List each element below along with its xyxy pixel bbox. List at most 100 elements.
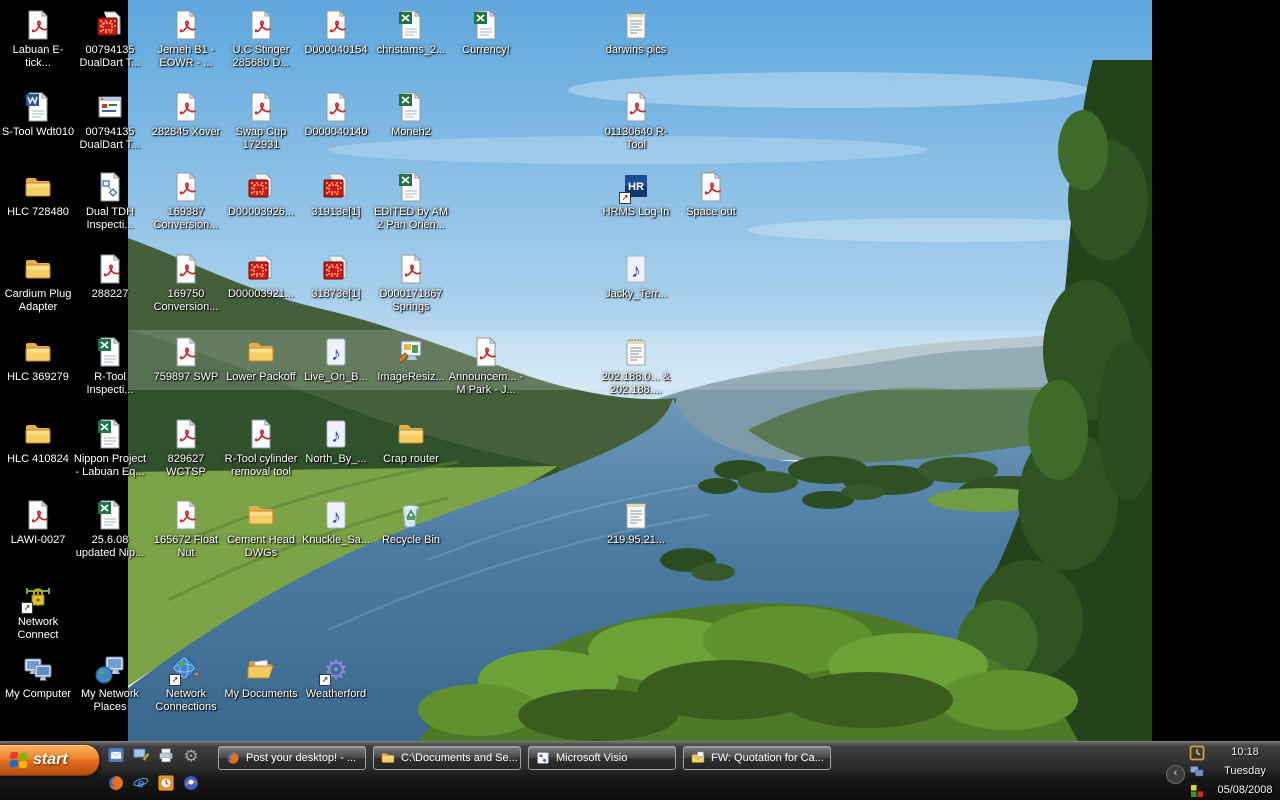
desktop-icon-00794135-dualdart-t[interactable]: 00794135 DualDart T... [72, 8, 148, 70]
pdf-icon [319, 8, 353, 42]
desktop-icon-31913e-1[interactable]: 31913e[1] [298, 170, 374, 219]
desktop-icon-cement-head-dwgs[interactable]: Cement Head DWGs [223, 498, 299, 560]
desktop-icon-north-by[interactable]: ♪ North_By_... [298, 417, 374, 466]
desktop-icon-hlc-410824[interactable]: HLC 410824 [0, 417, 76, 466]
desktop-icon-imageresiz[interactable]: ImageResiz... [373, 335, 449, 384]
taskbar-button-microsoft-visio[interactable]: Microsoft Visio [528, 746, 676, 770]
desktop-icon-r-tool-inspecti[interactable]: R-Tool Inspecti... [72, 335, 148, 397]
task-button-label: C:\Documents and Se... [401, 752, 518, 764]
desktop-icon-25-6-08-updated-nip[interactable]: 25.6.08 updated Nip... [72, 498, 148, 560]
desktop-icon-edited-by-am-2-pan-orien[interactable]: EDITED by AM 2 Pan Orien... [373, 170, 449, 232]
desktop-icon-d000040140[interactable]: D000040140 [298, 90, 374, 139]
desktop-icon-d000171867-springs[interactable]: D000171867 Springs [373, 252, 449, 314]
firefox-icon[interactable] [106, 773, 128, 795]
desktop-icon-165672-float-nut[interactable]: 165672 Float Nut [148, 498, 224, 560]
doc-icon [21, 90, 55, 124]
internet-explorer-icon[interactable]: e [131, 773, 153, 795]
desktop-icon-crap-router[interactable]: Crap router [373, 417, 449, 466]
windows-flag-icon [10, 751, 28, 769]
desktop-icon-d00003921[interactable]: D00003921... [223, 252, 299, 301]
desktop-icon-lower-packoff[interactable]: Lower Packoff [223, 335, 299, 384]
tray-network-icon[interactable] [1189, 764, 1206, 781]
windows-xp-desktop: Labuan E-tick... 00794135 DualDart T... Je… [0, 0, 1280, 800]
desktop-icon-label: R-Tool cylinder removal tool [224, 453, 298, 478]
dwg-icon [244, 252, 278, 286]
desktop-icon-288227[interactable]: 288227 [72, 252, 148, 301]
desktop-icon-labuan-e-tick[interactable]: Labuan E-tick... [0, 8, 76, 70]
desktop-icon-829627-wctsp[interactable]: 829627 WCTSP [148, 417, 224, 479]
dwg-icon [319, 170, 353, 204]
desktop-icon-darwins-pics[interactable]: darwins pics [598, 8, 674, 57]
printer-icon[interactable] [156, 745, 178, 767]
clock-app-icon[interactable] [156, 773, 178, 795]
desktop-icon-202-188-0-202-188[interactable]: 202.188.0... & 202.188.... [598, 335, 674, 397]
media-player-icon[interactable] [181, 773, 203, 795]
desktop-icon-u-c-stinger-285680-d[interactable]: U.C Stinger 285680 D... [223, 8, 299, 70]
desktop-icon-label: D000040140 [304, 126, 368, 138]
dwg-icon [244, 170, 278, 204]
desktop-icon-01130640-r-tool[interactable]: 01130640 R-Tool [598, 90, 674, 152]
pdf-icon [394, 252, 428, 286]
desktop-icon-my-network-places[interactable]: My Network Places [72, 652, 148, 714]
desktop-icon-lawi-0027[interactable]: LAWI-0027 [0, 498, 76, 547]
desktop-icon-my-documents[interactable]: My Documents [223, 652, 299, 701]
desktop-icon-219-95-21[interactable]: 219.95.21... [598, 498, 674, 547]
desktop-icon-31873e-1[interactable]: 31873e[1] [298, 252, 374, 301]
desktop-icon-label: D00003921... [227, 288, 295, 300]
desktop-icon-hrms-log-in[interactable]: HR ↗ HRMS Log-In [598, 170, 674, 219]
gear-icon: ⚙ ↗ [319, 652, 353, 686]
desktop-icon-s-tool-wdt010[interactable]: S-Tool Wdt010 [0, 90, 76, 139]
tray-color-grid-icon[interactable] [1189, 783, 1206, 800]
desktop-icon-label: Swap Cup 172931 [235, 126, 287, 151]
desktop-icon-live-on-b[interactable]: ♪ Live_On_B... [298, 335, 374, 384]
desktop-icon-d000040154[interactable]: D000040154 [298, 8, 374, 57]
desktop-icon-169750-conversion[interactable]: 169750 Conversion... [148, 252, 224, 314]
desktop-icon-christams-2[interactable]: christams_2... [373, 8, 449, 57]
desktop-icon-knuckle-sa[interactable]: ♪ Knuckle_Sa... [298, 498, 374, 547]
desktop-icon-hlc-369279[interactable]: HLC 369279 [0, 335, 76, 384]
desktop-icon-space-out[interactable]: Space out [673, 170, 749, 219]
desktop-icon-label: D00003926... [227, 206, 295, 218]
taskbar-button-post-your-desktop[interactable]: Post your desktop! - ... [218, 746, 366, 770]
desktop-icon-label: Crap router [383, 453, 439, 465]
desktop-icon-label: Nippon Project - Labuan Eq... [73, 453, 147, 478]
pdf-icon [169, 335, 203, 369]
desktop-icon-recycle-bin[interactable]: Recycle Bin [373, 498, 449, 547]
desktop-icon-cardium-plug-adapter[interactable]: Cardium Plug Adapter [0, 252, 76, 314]
taskbar-button-c-documents-and-se[interactable]: C:\Documents and Se... [373, 746, 521, 770]
desktop-icon-label: 282845 Xover [151, 126, 221, 138]
folder-icon [244, 498, 278, 532]
desktop-icon-hlc-728480[interactable]: HLC 728480 [0, 170, 76, 219]
desktop-icon-169387-conversion[interactable]: 169387 Conversion... [148, 170, 224, 232]
pdf-icon [169, 417, 203, 451]
desktop-icon-282845-xover[interactable]: 282845 Xover [148, 90, 224, 139]
desktop-icon-moneh2[interactable]: Moneh2 [373, 90, 449, 139]
desktop-icon-weatherford[interactable]: ⚙ ↗ Weatherford [298, 652, 374, 701]
desktop-icon-my-computer[interactable]: My Computer [0, 652, 76, 701]
desktop-icon-r-tool-cylinder-removal-tool[interactable]: R-Tool cylinder removal tool [223, 417, 299, 479]
taskbar-button-fw-quotation-for-ca[interactable]: FW: Quotation for Ca... [683, 746, 831, 770]
show-desktop-icon[interactable] [131, 745, 153, 767]
folder-icon [21, 170, 55, 204]
tray-clock[interactable]: 10:18 Tuesday 05/08/2008 [1210, 743, 1280, 800]
desktop-icon-nippon-project-labuan-eq[interactable]: Nippon Project - Labuan Eq... [72, 417, 148, 479]
desktop-icon-759897-swp[interactable]: 759897 SWP [148, 335, 224, 384]
desktop-icon-network-connect[interactable]: ↗ Network Connect [0, 580, 76, 642]
desktop-icon-announcem-m-park-j[interactable]: Announcem... - M Park - J... [448, 335, 524, 397]
desktop-icon-currency[interactable]: Currency! [448, 8, 524, 57]
desktop-icon-swap-cup-172931[interactable]: Swap Cup 172931 [223, 90, 299, 152]
desktop-icon-d00003926[interactable]: D00003926... [223, 170, 299, 219]
xls-icon [469, 8, 503, 42]
desktop-icon-jerneh-b1-eowr[interactable]: Jerneh B1 - EOWR - ... [148, 8, 224, 70]
netplaces-icon [93, 652, 127, 686]
outlook-express-icon[interactable] [106, 745, 128, 767]
desktop-icon-label: Moneh2 [391, 126, 431, 138]
tray-collapse-chevron-icon[interactable]: ‹ [1166, 765, 1185, 784]
desktop-icon-00794135-dualdart-t[interactable]: 00794135 DualDart T... [72, 90, 148, 152]
desktop-icon-dual-tdh-inspecti[interactable]: Dual TDH Inspecti... [72, 170, 148, 232]
tray-clock-icon[interactable] [1189, 745, 1206, 762]
start-button[interactable]: start [0, 744, 100, 776]
desktop-icon-network-connections[interactable]: ↗ Network Connections [148, 652, 224, 714]
settings-gear-icon[interactable]: ⚙ [181, 745, 203, 767]
desktop-icon-jacky-terr[interactable]: ♪ Jacky_Terr... [598, 252, 674, 301]
